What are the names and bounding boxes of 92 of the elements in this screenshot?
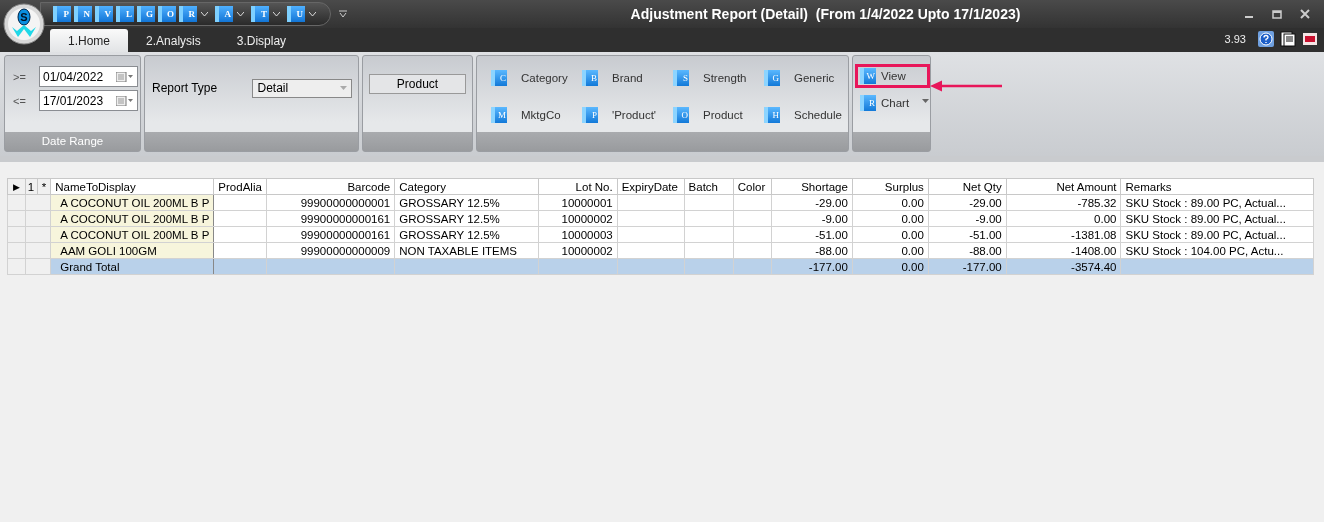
filter-button[interactable]: C Category (491, 68, 582, 87)
table-cell: 0.00 (852, 194, 929, 211)
date-field[interactable]: 17/01/2023 (39, 90, 138, 111)
action-button[interactable]: W View (855, 64, 930, 88)
table-cell: SKU Stock : 89.00 PC, Actual... (1121, 194, 1314, 211)
table-cell: 10000002 (538, 210, 618, 227)
table-cell: NON TAXABLE ITEMS (394, 242, 539, 259)
column-header[interactable]: Surplus (852, 178, 929, 195)
tile-icon: C (491, 69, 507, 86)
table-cell: 0.00 (1006, 210, 1121, 227)
maximize-icon[interactable] (1272, 9, 1282, 19)
filter-button[interactable]: B Brand (582, 68, 673, 87)
calendar-icon[interactable] (116, 71, 134, 82)
caret-icon (273, 11, 280, 17)
table-cell: -9.00 (928, 210, 1007, 227)
table-cell: 0.00 (852, 242, 929, 259)
column-header[interactable]: Category (394, 178, 539, 195)
table-cell: 99900000000001 (266, 194, 395, 211)
window-title: Adjustment Report (Detail) (From 1/4/2022 Upto 17/1/2023) (629, 6, 1022, 22)
close-icon[interactable] (1300, 9, 1310, 19)
column-header[interactable]: ExpiryDate (617, 178, 685, 195)
table-cell: -1381.08 (1006, 226, 1121, 243)
table-cell: GROSSARY 12.5% (394, 210, 539, 227)
column-header[interactable]: Net Amount (1006, 178, 1121, 195)
table-cell: 99900000000161 (266, 226, 395, 243)
ribbon-tab[interactable]: 3.Display (218, 29, 305, 52)
calendar-icon[interactable] (116, 95, 134, 106)
overflow-icon[interactable] (339, 10, 347, 18)
column-header[interactable]: ProdAlia (213, 178, 267, 195)
table-cell: -29.00 (771, 194, 853, 211)
exit-icon[interactable] (1302, 31, 1318, 47)
filter-button[interactable]: S Strength (673, 68, 764, 87)
tile-icon: P (582, 106, 598, 123)
product-button[interactable]: Product (369, 74, 466, 94)
table-cell: 99900000000161 (266, 210, 395, 227)
column-header[interactable]: Barcode (266, 178, 395, 195)
report-type-dropdown[interactable]: Detail (252, 78, 352, 98)
filter-button[interactable]: O Product (673, 105, 764, 124)
tile-icon: B (582, 69, 598, 86)
column-header[interactable]: Batch (684, 178, 734, 195)
table-cell: SKU Stock : 89.00 PC, Actual... (1121, 226, 1314, 243)
table-cell: 0.00 (852, 210, 929, 227)
version-label: 3.93 (1224, 33, 1246, 45)
table-cell: -88.00 (771, 242, 853, 259)
filter-button[interactable]: P 'Product' (582, 105, 673, 124)
table-cell: -51.00 (928, 226, 1007, 243)
dropdown-arrow-icon (340, 86, 347, 90)
ribbon-tab[interactable]: 1.Home (50, 29, 129, 52)
column-header[interactable]: Remarks (1121, 178, 1314, 195)
column-header[interactable]: Net Qty (928, 178, 1007, 195)
row-indicator: ▶ (7, 178, 26, 195)
action-button[interactable]: R Chart (855, 91, 930, 115)
filter-button[interactable]: M MktgCo (491, 105, 582, 124)
operator-label: >= (13, 70, 27, 83)
tile-icon: W (860, 68, 876, 84)
table-cell: -785.32 (1006, 194, 1121, 211)
table-cell: GROSSARY 12.5% (394, 226, 539, 243)
table-cell: -88.00 (928, 242, 1007, 259)
column-header[interactable]: NameToDisplay (50, 178, 214, 195)
table-cell: 99900000000009 (266, 242, 395, 259)
table-cell: SKU Stock : 89.00 PC, Actual... (1121, 210, 1314, 227)
operator-label: <= (13, 94, 27, 107)
tile-icon: R (860, 95, 876, 111)
tile-icon: S (673, 69, 689, 86)
table-cell: -1408.00 (1006, 242, 1121, 259)
tile-icon: G (764, 69, 780, 86)
table-cell: 10000002 (538, 242, 618, 259)
table-cell: -9.00 (771, 210, 853, 227)
report-type-label: Report Type (152, 81, 219, 95)
date-field[interactable]: 01/04/2022 (39, 66, 138, 87)
column-header[interactable]: Lot No. (538, 178, 618, 195)
tile-icon: H (764, 106, 780, 123)
column-header[interactable]: Shortage (771, 178, 853, 195)
table-cell: -29.00 (928, 194, 1007, 211)
tile-icon: O (673, 106, 689, 123)
caret-icon (309, 11, 316, 17)
table-cell: GROSSARY 12.5% (394, 194, 539, 211)
table-cell: 10000003 (538, 226, 618, 243)
filter-button[interactable]: G Generic (764, 68, 855, 87)
table-cell: 10000001 (538, 194, 618, 211)
table-cell: -51.00 (771, 226, 853, 243)
table-cell: SKU Stock : 104.00 PC, Actu... (1121, 242, 1314, 259)
document-icon[interactable] (1280, 31, 1296, 47)
group-caption: Date Range (5, 132, 140, 151)
help-icon[interactable] (1258, 31, 1274, 47)
table-cell: 0.00 (852, 226, 929, 243)
tile-icon: M (491, 106, 507, 123)
column-header[interactable]: Color (733, 178, 772, 195)
ribbon-tab[interactable]: 2.Analysis (128, 29, 219, 52)
caret-icon (237, 11, 244, 17)
caret-icon (922, 99, 930, 103)
caret-icon (201, 11, 208, 17)
